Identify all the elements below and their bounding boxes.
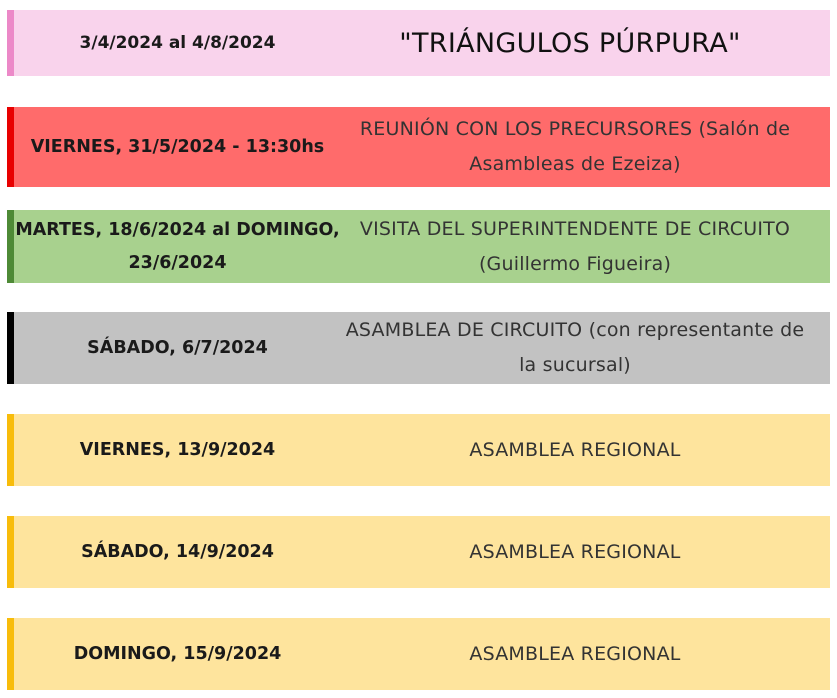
event-description: REUNIÓN CON LOS PRECURSORES (Salón de As…	[359, 118, 791, 175]
event-date: MARTES, 18/6/2024 al DOMINGO, 23/6/2024	[15, 219, 340, 273]
schedule-row: SÁBADO, 14/9/2024 ASAMBLEA REGIONAL	[7, 516, 830, 588]
event-date: VIERNES, 31/5/2024 - 13:30hs	[30, 136, 325, 157]
row-accent-bar	[7, 312, 14, 384]
event-date: DOMINGO, 15/9/2024	[73, 643, 282, 664]
event-description: ASAMBLEA REGIONAL	[469, 540, 681, 563]
event-date: SÁBADO, 14/9/2024	[81, 541, 274, 562]
row-accent-bar	[7, 516, 14, 588]
schedule-header-row: 3/4/2024 al 4/8/2024 "TRIÁNGULOS PÚRPURA…	[7, 10, 830, 76]
event-description: ASAMBLEA DE CIRCUITO (con representante …	[345, 319, 805, 376]
row-accent-bar	[7, 414, 14, 486]
schedule-row: DOMINGO, 15/9/2024 ASAMBLEA REGIONAL	[7, 618, 830, 690]
row-accent-bar	[7, 107, 14, 187]
row-accent-bar	[7, 618, 14, 690]
row-accent-bar	[7, 10, 14, 76]
event-description: ASAMBLEA REGIONAL	[469, 438, 681, 461]
schedule-row: VIERNES, 31/5/2024 - 13:30hs REUNIÓN CON…	[7, 107, 830, 187]
event-date: VIERNES, 13/9/2024	[79, 439, 276, 460]
event-date: SÁBADO, 6/7/2024	[87, 337, 268, 358]
event-description: ASAMBLEA REGIONAL	[469, 642, 681, 665]
schedule-row: VIERNES, 13/9/2024 ASAMBLEA REGIONAL	[7, 414, 830, 486]
header-event-title: "TRIÁNGULOS PÚRPURA"	[399, 27, 741, 59]
row-accent-bar	[7, 210, 14, 283]
schedule-row: MARTES, 18/6/2024 al DOMINGO, 23/6/2024 …	[7, 210, 830, 283]
schedule-row: SÁBADO, 6/7/2024 ASAMBLEA DE CIRCUITO (c…	[7, 312, 830, 384]
event-description: VISITA DEL SUPERINTENDENTE DE CIRCUITO (…	[359, 217, 791, 275]
header-date-range: 3/4/2024 al 4/8/2024	[79, 32, 276, 53]
